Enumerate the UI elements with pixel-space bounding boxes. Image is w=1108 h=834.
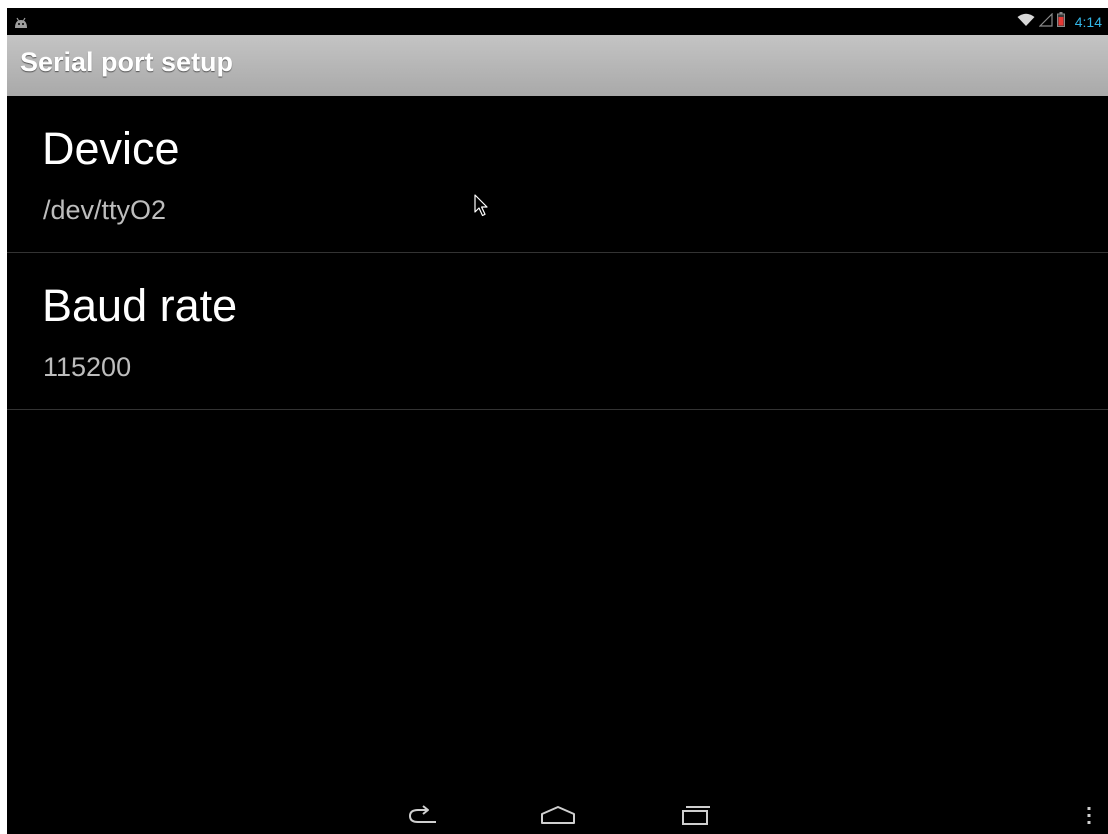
android-debug-icon (13, 14, 29, 33)
preference-title: Baud rate (42, 280, 238, 331)
status-icons: 4:14 (1017, 8, 1102, 35)
recent-apps-icon[interactable] (677, 800, 717, 830)
action-bar: Serial port setup (7, 35, 1108, 96)
preference-item-device[interactable]: Device /dev/ttyO2 (7, 96, 1108, 253)
page-title: Serial port setup (20, 47, 234, 77)
signal-icon (1038, 12, 1053, 31)
clock: 4:14 (1074, 13, 1102, 30)
back-icon[interactable] (403, 800, 443, 830)
overflow-menu-icon[interactable] (1084, 802, 1094, 828)
battery-low-icon (1056, 12, 1065, 31)
navigation-bar (7, 794, 1108, 834)
device-screen: 4:14 Serial port setup Device /dev/ttyO2… (7, 8, 1108, 834)
wifi-icon (1017, 12, 1035, 31)
preference-title: Device (42, 123, 180, 174)
status-bar: 4:14 (7, 8, 1108, 35)
mouse-cursor-icon (474, 194, 490, 222)
preference-list: Device /dev/ttyO2 Baud rate 115200 (7, 96, 1108, 410)
preference-summary: 115200 (43, 352, 132, 382)
preference-item-baud-rate[interactable]: Baud rate 115200 (7, 253, 1108, 410)
preference-summary: /dev/ttyO2 (43, 195, 167, 225)
home-icon[interactable] (538, 800, 578, 830)
